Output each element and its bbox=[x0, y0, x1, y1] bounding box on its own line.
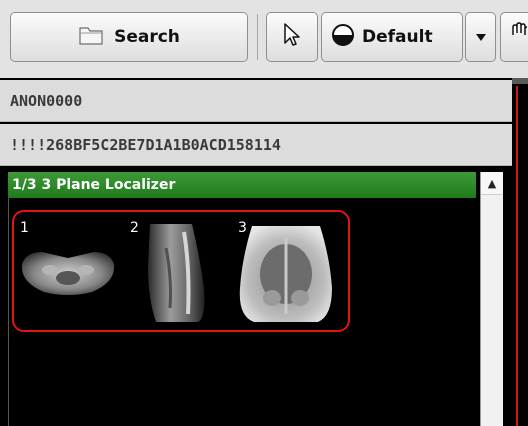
folder-icon bbox=[78, 24, 104, 51]
preset-label: Default bbox=[362, 27, 433, 47]
thumbnail-number: 1 bbox=[20, 220, 29, 236]
series-title: 1/3 3 Plane Localizer bbox=[12, 177, 176, 193]
thumbnail-number: 2 bbox=[130, 220, 139, 236]
patient-name-row[interactable]: ANON0000 bbox=[0, 80, 512, 122]
active-viewport-border bbox=[516, 86, 518, 426]
hand-icon bbox=[507, 21, 528, 54]
window-level-preset-button[interactable]: Default bbox=[321, 12, 463, 62]
axial-mri-image bbox=[21, 252, 115, 295]
toolbar-divider bbox=[257, 14, 258, 60]
series-header[interactable]: 1/3 3 Plane Localizer bbox=[8, 172, 476, 198]
thumbnail-coronal[interactable]: 3 bbox=[234, 218, 338, 328]
thumbnail-axial[interactable]: 1 bbox=[16, 218, 120, 328]
vertical-scrollbar[interactable]: ▲ bbox=[480, 172, 503, 426]
sagittal-mri-image bbox=[148, 224, 205, 322]
pointer-tool-button[interactable] bbox=[266, 12, 318, 62]
study-uid-row[interactable]: !!!!268BF5C2BE7D1A1B0ACD158114 bbox=[0, 124, 512, 166]
scroll-up-icon[interactable]: ▲ bbox=[481, 172, 503, 195]
series-thumbnail-strip: 1 2 3 bbox=[12, 210, 350, 332]
thumbnail-sagittal[interactable]: 2 bbox=[126, 218, 230, 328]
toolbar: Search Default bbox=[0, 0, 528, 79]
viewer-top-border bbox=[512, 78, 528, 84]
chevron-down-icon bbox=[475, 27, 486, 47]
panel-divider bbox=[8, 172, 9, 426]
viewer-panel[interactable] bbox=[512, 78, 528, 426]
study-browser-panel: ANON0000 !!!!268BF5C2BE7D1A1B0ACD158114 … bbox=[0, 78, 512, 426]
search-button[interactable]: Search bbox=[10, 12, 248, 62]
study-uid: !!!!268BF5C2BE7D1A1B0ACD158114 bbox=[10, 135, 281, 154]
preset-dropdown-button[interactable] bbox=[465, 12, 496, 62]
thumbnail-number: 3 bbox=[238, 220, 247, 236]
search-button-label: Search bbox=[114, 27, 180, 47]
pan-tool-button[interactable] bbox=[500, 12, 528, 62]
half-circle-icon bbox=[330, 22, 356, 53]
coronal-mri-image bbox=[239, 226, 332, 322]
cursor-arrow-icon bbox=[282, 22, 302, 53]
patient-name: ANON0000 bbox=[10, 91, 83, 110]
